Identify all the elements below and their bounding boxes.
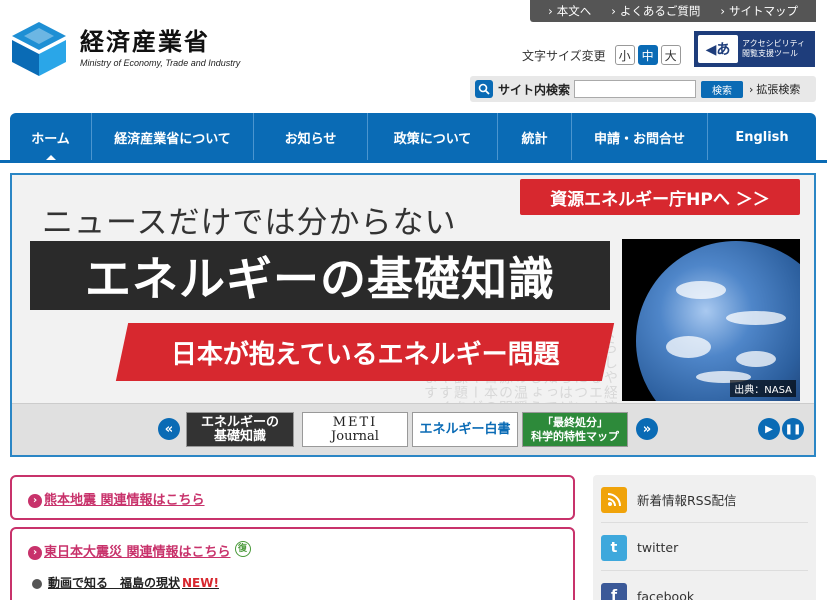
nav-policy[interactable]: 政策について [368,113,498,161]
nav-about[interactable]: 経済産業省について [92,113,254,161]
bullet-icon [32,578,42,589]
carousel-prev-button[interactable]: « [158,418,180,440]
banner-title-box: エネルギーの基礎知識 [30,241,610,310]
search-icon [475,80,493,98]
recovery-badge: 復 [234,541,251,557]
arrow-icon: › [28,545,42,560]
nav-application-contact[interactable]: 申請・お問合せ [572,113,708,161]
banner-subtitle: 日本が抱えているエネルギー問題 [170,339,560,370]
access-tool-line1: アクセシビリティ [742,39,806,48]
accessibility-tool-button[interactable]: ◀あ アクセシビリティ 閲覧支援ツール [694,31,815,67]
photo-credit: 出典：NASA [730,380,796,397]
facebook-link[interactable]: f facebook [601,573,808,600]
font-size-medium-button[interactable]: 中 [637,45,658,65]
carousel-thumb-energy-basics[interactable]: エネルギーの 基礎知識 [186,412,294,447]
header: 経済産業省 Ministry of Economy, Trade and Ind… [0,0,827,112]
nav-underline [0,160,827,163]
site-search: サイト内検索 検索 拡張検索 [470,76,816,102]
higashi-link[interactable]: › 東日本大震災 関連情報はこちら復 [28,541,251,560]
carousel-thumb-meti-journal[interactable]: METI Journal [302,412,408,447]
carousel-thumb-energy-whitepaper[interactable]: エネルギー白書 [412,412,518,447]
arrow-icon: › [28,493,42,508]
font-size-small-button[interactable]: 小 [614,45,635,65]
hero-banner[interactable]: くらしや経済を支えるエネルギーについて私たちはどれだけ知っているでしょうか世界の… [10,173,816,457]
nav-english[interactable]: English [708,113,816,161]
font-size-control: 文字サイズ変更 小 中 大 [522,45,681,65]
higashi-notice: › 東日本大震災 関連情報はこちら復 動画で知る 福島の現状 NEW! [10,527,575,600]
twitter-label: twitter [637,540,679,555]
banner-title: エネルギーの基礎知識 [85,251,555,306]
earth-image [636,241,800,401]
facebook-icon: f [601,583,627,600]
carousel-play-button[interactable]: ▶ [758,418,780,440]
nav-news[interactable]: お知らせ [254,113,368,161]
skip-to-content-link[interactable]: 本文へ [548,3,592,19]
meti-logo-icon [12,22,66,76]
earth-photo: 出典：NASA [622,239,800,401]
rss-link[interactable]: 新着情報RSS配信 [601,477,808,523]
accessibility-icon: ◀あ [698,35,738,63]
banner-kicker: ニュースだけでは分からない [42,205,457,241]
fukushima-video-link[interactable]: 動画で知る 福島の現状 NEW! [32,574,219,591]
energy-agency-link-button[interactable]: 資源エネルギー庁HPへ ＞＞ [520,179,800,215]
font-size-large-button[interactable]: 大 [660,45,681,65]
kumamoto-link[interactable]: › 熊本地震 関連情報はこちら [28,489,205,508]
logo-text-ja: 経済産業省 [80,28,210,56]
global-nav: ホーム 経済産業省について お知らせ 政策について 統計 申請・お問合せ Eng… [10,113,816,161]
carousel-next-button[interactable]: » [636,418,658,440]
kumamoto-notice: › 熊本地震 関連情報はこちら [10,475,575,520]
rss-icon [601,486,627,513]
meti-logo[interactable]: 経済産業省 Ministry of Economy, Trade and Ind… [10,20,250,80]
sitemap-link[interactable]: サイトマップ [720,3,798,19]
search-label: サイト内検索 [498,82,571,97]
advanced-search-link[interactable]: 拡張検索 [749,81,800,97]
social-links-panel: 新着情報RSS配信 t twitter f facebook [593,475,816,600]
banner-subtitle-box: 日本が抱えているエネルギー問題 [115,323,615,381]
twitter-link[interactable]: t twitter [601,525,808,571]
carousel-pause-button[interactable]: ❚❚ [782,418,804,440]
rss-label: 新着情報RSS配信 [637,493,737,508]
search-input[interactable] [574,80,697,98]
nav-home[interactable]: ホーム [10,113,92,161]
search-button[interactable]: 検索 [701,80,744,98]
logo-text-en: Ministry of Economy, Trade and Industry [80,58,241,68]
carousel-thumb-disposal-map[interactable]: 「最終処分」 科学的特性マップ [522,412,628,447]
access-tool-line2: 閲覧支援ツール [742,49,798,58]
banner-carousel: « エネルギーの 基礎知識 METI Journal エネルギー白書 「最終処分」科… [12,403,814,455]
font-size-label: 文字サイズ変更 [522,48,606,63]
utility-links: 本文へ よくあるご質問 サイトマップ [530,0,816,22]
nav-statistics[interactable]: 統計 [498,113,572,161]
faq-link[interactable]: よくあるご質問 [611,3,701,19]
twitter-icon: t [601,534,627,561]
new-badge: NEW! [182,576,219,590]
facebook-label: facebook [637,588,695,600]
